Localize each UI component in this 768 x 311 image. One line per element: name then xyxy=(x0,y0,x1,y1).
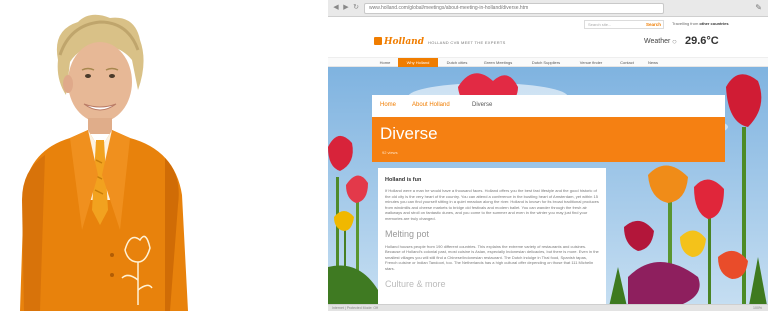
cloud-icon: ○ xyxy=(672,37,677,46)
website-screenshot: ◀ ▶ ↻ www.holland.com/global/meetings/ab… xyxy=(328,0,768,311)
main-navigation: Home Why Holland Dutch cities Green Meet… xyxy=(328,57,768,67)
forward-arrow-icon[interactable]: ▶ xyxy=(342,4,350,12)
country-name[interactable]: other countries xyxy=(699,21,728,26)
composite-image: ◀ ▶ ↻ www.holland.com/global/meetings/ab… xyxy=(0,0,768,311)
page-title-banner: Diverse 92 views xyxy=(372,117,725,162)
article-subheading: Holland is fun xyxy=(385,177,422,183)
logo-icon xyxy=(374,37,382,45)
logo-text: Holland xyxy=(384,37,425,47)
nav-item-news[interactable]: News xyxy=(642,58,664,67)
country-prefix: Travelling from xyxy=(672,21,700,26)
browser-toolbar: ◀ ▶ ↻ www.holland.com/global/meetings/ab… xyxy=(328,0,768,17)
article-paragraph: If Holland were a man he would have a th… xyxy=(385,188,599,221)
country-selector[interactable]: Travelling from other countries xyxy=(672,21,729,26)
site-header: Search site... Search Travelling from ot… xyxy=(328,17,768,57)
wrench-icon[interactable]: ✎ xyxy=(755,3,762,12)
breadcrumb: Home About Holland Diverse xyxy=(372,95,725,117)
search-button[interactable]: Search xyxy=(646,20,661,29)
article-content: Holland is fun If Holland were a man he … xyxy=(378,168,606,311)
nav-item-dutch-suppliers[interactable]: Dutch Suppliers xyxy=(524,58,568,67)
nav-item-venue-finder[interactable]: Venue finder xyxy=(572,58,610,67)
breadcrumb-about-holland[interactable]: About Holland xyxy=(412,102,450,108)
nav-item-why-holland[interactable]: Why Holland xyxy=(398,58,438,67)
page-meta: 92 views xyxy=(382,150,398,155)
breadcrumb-home[interactable]: Home xyxy=(380,102,396,108)
site-logo[interactable]: Holland xyxy=(374,37,424,47)
address-bar[interactable]: www.holland.com/global/meetings/about-me… xyxy=(364,3,664,14)
zoom-level[interactable]: 100% xyxy=(753,306,762,310)
browser-status-bar: Internet | Protected Mode: Off 100% xyxy=(328,304,768,311)
nav-item-green-meetings[interactable]: Green Meetings xyxy=(476,58,520,67)
weather-label: Weather xyxy=(644,38,671,45)
status-text: Internet | Protected Mode: Off xyxy=(332,306,378,310)
back-arrow-icon[interactable]: ◀ xyxy=(332,4,340,12)
article-heading: Culture & more xyxy=(385,278,446,289)
man-in-orange-suit-photo xyxy=(0,0,245,311)
breadcrumb-current: Diverse xyxy=(472,102,493,108)
article-paragraph: Holland houses people from 190 different… xyxy=(385,243,599,271)
nav-item-dutch-cities[interactable]: Dutch cities xyxy=(440,58,474,67)
nav-item-contact[interactable]: Contact xyxy=(614,58,640,67)
photo-illustration xyxy=(20,14,188,311)
article-heading: Melting pot xyxy=(385,228,430,239)
site-tagline: HOLLAND CVB MEET THE EXPERTS xyxy=(428,40,506,45)
page-title: Diverse xyxy=(380,124,438,143)
weather-temperature: 29.6°C xyxy=(685,35,719,47)
nav-item-home[interactable]: Home xyxy=(374,58,396,67)
reload-icon[interactable]: ↻ xyxy=(352,4,360,12)
